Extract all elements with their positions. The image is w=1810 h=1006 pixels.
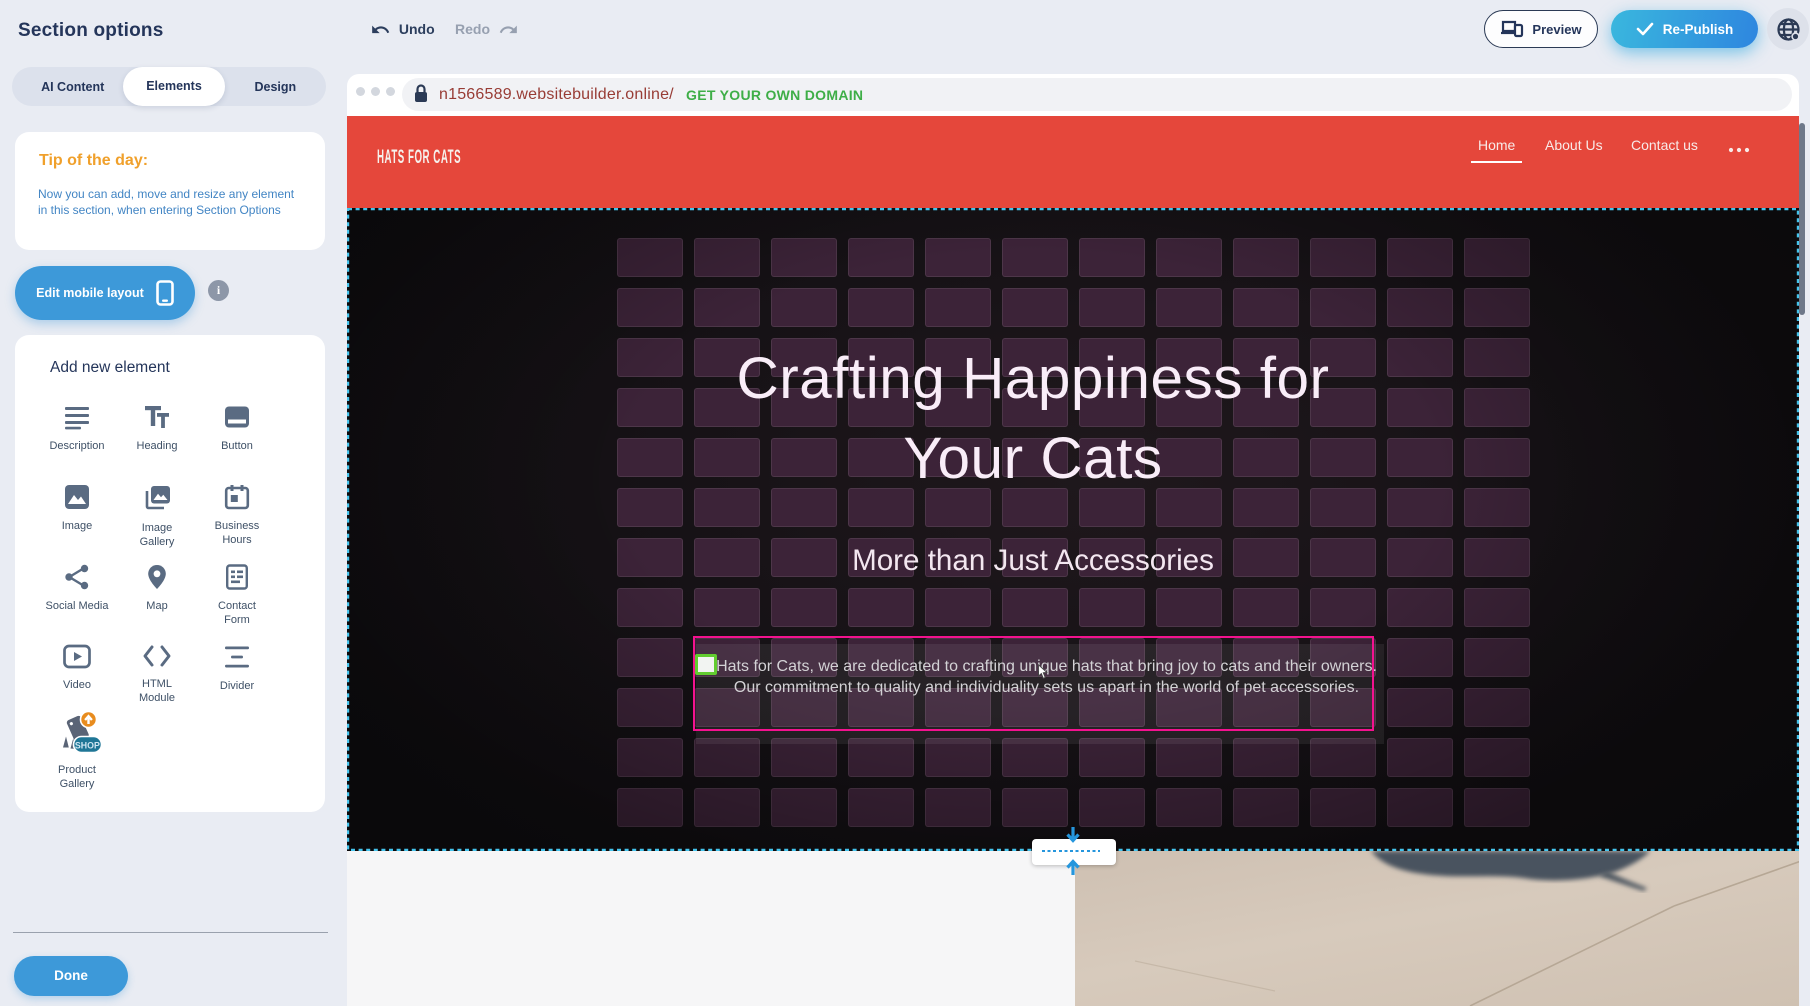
svg-text:SHOP: SHOP [75,740,100,750]
